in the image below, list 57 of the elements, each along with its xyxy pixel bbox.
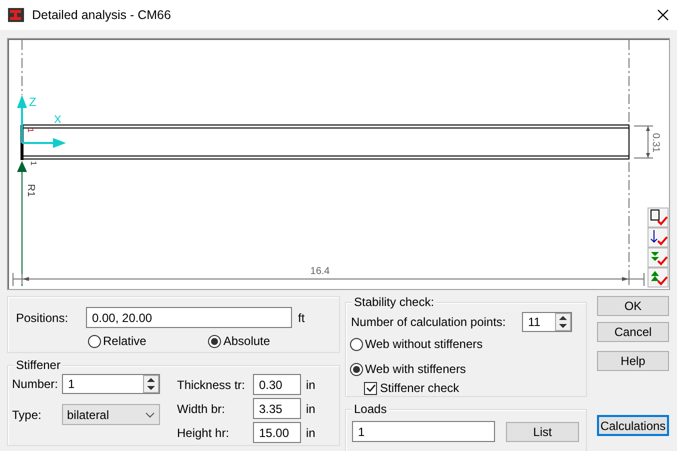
app-icon xyxy=(8,8,24,22)
type-dropdown[interactable]: bilateral xyxy=(62,404,160,425)
spin-arrows-icon[interactable] xyxy=(143,375,159,393)
dialog-button[interactable]: Help xyxy=(597,351,669,371)
dialog-button[interactable]: OK xyxy=(597,296,669,316)
group-title: Stiffener xyxy=(14,358,62,372)
field-label: Height hr: xyxy=(177,424,230,442)
dimension-label: 0.31 xyxy=(650,133,661,152)
spin-arrows-icon[interactable] xyxy=(555,313,571,331)
window-title: Detailed analysis - CM66 xyxy=(32,6,172,24)
beam-check-icon[interactable] xyxy=(648,208,668,228)
dimension-field[interactable]: 0.30 xyxy=(253,374,301,395)
field-label: Number: xyxy=(12,376,60,393)
number-spinner[interactable]: 1 xyxy=(62,374,160,394)
radio-button[interactable] xyxy=(350,362,363,376)
loads-field[interactable]: 1 xyxy=(352,421,495,442)
group-title: Stability check: xyxy=(352,295,436,309)
checkbox-label[interactable]: Stiffener check xyxy=(380,379,460,397)
dialog-button[interactable]: Calculations xyxy=(597,415,669,436)
z-axis-arrow xyxy=(17,95,27,143)
unit-label: ft xyxy=(298,310,305,326)
dimension-field[interactable]: 15.00 xyxy=(253,422,301,443)
close-icon[interactable] xyxy=(657,9,669,21)
dimension-field[interactable]: 3.35 xyxy=(253,398,301,419)
positions-field[interactable]: 0.00, 20.00 xyxy=(86,307,292,328)
radio-button[interactable] xyxy=(88,334,101,348)
unit-label: in xyxy=(306,400,316,418)
chevron-down-icon xyxy=(145,412,155,418)
radio-label[interactable]: Web without stiffeners xyxy=(365,335,483,353)
x-axis-arrow xyxy=(22,138,66,148)
group-title: Loads xyxy=(352,402,389,416)
list-button[interactable]: List xyxy=(506,422,579,442)
field-label: Type: xyxy=(12,406,42,424)
field-label: Width br: xyxy=(177,400,226,418)
dimension-label: 16.4 xyxy=(310,266,330,277)
radio-label[interactable]: Relative xyxy=(103,332,146,350)
radio-button[interactable] xyxy=(208,334,222,348)
radio-label[interactable]: Absolute xyxy=(223,332,270,350)
support-label: R1 xyxy=(25,184,36,197)
unit-label: in xyxy=(306,376,316,394)
load-check-icon[interactable] xyxy=(648,248,668,268)
node-label: 1 xyxy=(29,161,38,166)
checkbox[interactable] xyxy=(364,382,377,394)
points-spinner[interactable]: 11 xyxy=(522,312,572,332)
deflection-check-icon[interactable] xyxy=(648,228,668,248)
field-label: Positions: xyxy=(16,310,70,326)
radio-button[interactable] xyxy=(350,338,363,350)
height-dimension-line xyxy=(634,126,654,158)
field-label: Thickness tr: xyxy=(177,376,246,394)
node-label: 1 xyxy=(26,128,35,132)
support-check-icon[interactable] xyxy=(648,268,668,288)
radio-label[interactable]: Web with stiffeners xyxy=(365,360,466,378)
dialog-button[interactable]: Cancel xyxy=(597,322,669,342)
axis-label: Z xyxy=(29,95,36,109)
axis-label: X xyxy=(54,114,62,126)
field-label: Number of calculation points: xyxy=(351,314,506,331)
unit-label: in xyxy=(306,424,316,442)
